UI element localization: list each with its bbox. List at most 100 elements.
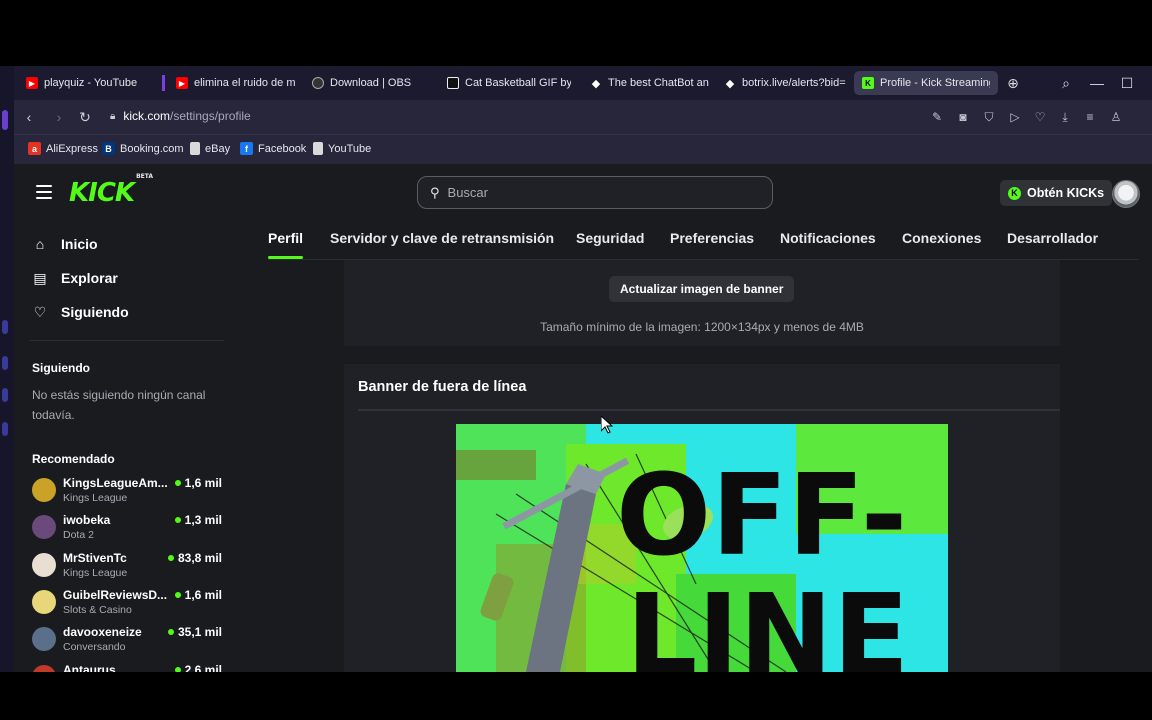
offline-banner-title: Banner de fuera de línea [358,379,527,395]
edit-icon[interactable]: ✎ [928,108,946,126]
new-tab-button[interactable]: ⊕ [1002,72,1024,94]
aliexpress-icon: a [28,142,41,155]
youtube-icon: ▶ [26,77,38,89]
top-navigation: KICKBETA ⚲ K Obtén KICKs [14,164,1152,222]
menu-icon[interactable]: ≡ [1081,108,1099,126]
camera-icon[interactable]: ◙ [954,108,972,126]
user-avatar[interactable] [1112,180,1140,208]
mouse-cursor-icon [601,416,613,434]
browser-side-strip [0,66,14,672]
get-kicks-button[interactable]: K Obtén KICKs [1000,180,1113,206]
browser-tab[interactable]: ▶ playquiz - YouTube [18,71,148,95]
screen: ▶ playquiz - YouTube ▶ elimina el ruido … [0,0,1152,720]
tab-desarrollador[interactable]: Desarrollador [1007,230,1098,246]
hamburger-menu-icon[interactable] [36,185,52,199]
tab-perfil[interactable]: Perfil [268,230,303,246]
recommended-channel[interactable]: MrStivenTc Kings League 83,8 mil [32,550,222,584]
browser-tab[interactable]: Cat Basketball GIF by sill [439,71,579,95]
forward-button[interactable]: › [48,106,70,128]
browser-tab[interactable]: Download | OBS [304,71,439,95]
page-icon [313,142,323,155]
live-dot-icon [174,480,181,486]
recommended-channel[interactable]: davooxeneize Conversando 35,1 mil [32,624,222,658]
browser-tab-active[interactable]: K Profile - Kick Streaming [854,71,998,95]
profile-icon[interactable]: ♙ [1107,108,1125,126]
recommended-heading: Recomendado [32,452,115,466]
sidebar-item-explorar[interactable]: ▤ Explorar [32,269,117,287]
svg-text:LINE: LINE [626,571,909,672]
kick-page: KICKBETA ⚲ K Obtén KICKs ⌂ Inicio ▤ Expl… [14,164,1152,672]
browser-tab-bar: ▶ playquiz - YouTube ▶ elimina el ruido … [14,66,1152,100]
recommended-channel[interactable]: Antaurus 2,6 mil [32,662,222,672]
reload-button[interactable]: ↻ [74,106,96,128]
channel-avatar [32,665,56,672]
tab-notificaciones[interactable]: Notificaciones [780,230,876,246]
live-dot-icon [167,629,174,635]
url-field[interactable]: 🔒︎ kick.com/settings/profile [110,109,251,123]
play-icon[interactable]: ▷ [1006,108,1024,126]
tab-preferencias[interactable]: Preferencias [670,230,754,246]
tab-conexiones[interactable]: Conexiones [902,230,981,246]
active-tab-indicator [268,256,303,259]
offline-banner-image[interactable]: OFF- LINE [456,424,948,672]
browser-tab[interactable]: ◆ The best ChatBot and W [582,71,717,95]
sidebar: ⌂ Inicio ▤ Explorar ♡ Siguiendo Siguiend… [14,222,240,672]
channel-avatar [32,590,56,614]
kick-logo[interactable]: KICKBETA [69,173,153,208]
browser-tab[interactable]: ◆ botrix.live/alerts?bid=Dn [716,71,854,95]
following-empty-note: No estás siguiendo ningún canal todavía. [32,388,206,422]
sidebar-divider [30,340,224,341]
browser-tab[interactable]: ▶ elimina el ruido de micró [168,71,303,95]
offline-banner-card: Banner de fuera de línea OFF- LINE [344,364,1060,672]
download-icon[interactable]: ⤓ [1056,108,1074,126]
back-button[interactable]: ‹ [18,106,40,128]
tab-servidor[interactable]: Servidor y clave de retransmisión [330,230,554,246]
channel-avatar [32,627,56,651]
botrix-icon: ◆ [725,77,735,90]
bookmark-facebook[interactable]: f Facebook [240,142,306,155]
banner-card: Actualizar imagen de banner Tamaño mínim… [344,260,1060,346]
maximize-button[interactable]: ☐ [1116,72,1138,94]
viewer-count: 2,6 mil [174,663,222,672]
minimize-button[interactable]: — [1086,72,1108,94]
offline-artwork: OFF- LINE [456,424,948,672]
home-icon: ⌂ [35,236,45,252]
viewer-count: 1,3 mil [174,513,222,527]
browse-icon: ▤ [33,269,47,286]
svg-text:OFF-: OFF- [616,451,907,581]
bookmark-booking[interactable]: B Booking.com [102,142,184,155]
recommended-channel[interactable]: KingsLeagueAm... Kings League 1,6 mil [32,475,222,509]
heart-icon[interactable]: ♡ [1031,108,1049,126]
channel-avatar [32,515,56,539]
obs-icon [312,77,324,89]
bookmarks-bar: a AliExpress B Booking.com eBay f Facebo… [14,134,1152,164]
url-path: /settings/profile [170,109,251,123]
search-input[interactable] [447,185,748,200]
live-dot-icon [174,667,181,672]
viewer-count: 83,8 mil [167,551,222,565]
lock-icon: 🔒︎ [110,110,116,122]
browser-address-bar: ‹ › ↻ 🔒︎ kick.com/settings/profile ✎ ◙ ⛉… [14,100,1152,134]
giphy-icon [447,77,459,89]
heart-icon: ♡ [33,303,47,320]
search-box[interactable]: ⚲ [417,176,773,209]
bookmark-ebay[interactable]: eBay [190,142,230,155]
tab-seguridad[interactable]: Seguridad [576,230,644,246]
sidebar-item-inicio[interactable]: ⌂ Inicio [32,236,98,252]
live-dot-icon [174,517,181,523]
channel-avatar [32,553,56,577]
search-tabs-icon[interactable]: ⌕ [1055,72,1077,94]
recommended-channel[interactable]: GuibelReviewsD... Slots & Casino 1,6 mil [32,587,222,621]
tab-separator [162,75,165,91]
kick-coin-icon: K [1008,186,1021,200]
bookmark-aliexpress[interactable]: a AliExpress [28,142,98,155]
side-indicator [2,356,8,370]
sidebar-item-siguiendo[interactable]: ♡ Siguiendo [32,303,129,321]
live-dot-icon [174,592,181,598]
recommended-channel[interactable]: iwobeka Dota 2 1,3 mil [32,512,222,546]
bookmark-youtube[interactable]: YouTube [313,142,371,155]
viewer-count: 35,1 mil [167,625,222,639]
side-indicator [2,422,8,436]
shield-icon[interactable]: ⛉ [980,108,998,126]
update-banner-button[interactable]: Actualizar imagen de banner [609,276,795,302]
